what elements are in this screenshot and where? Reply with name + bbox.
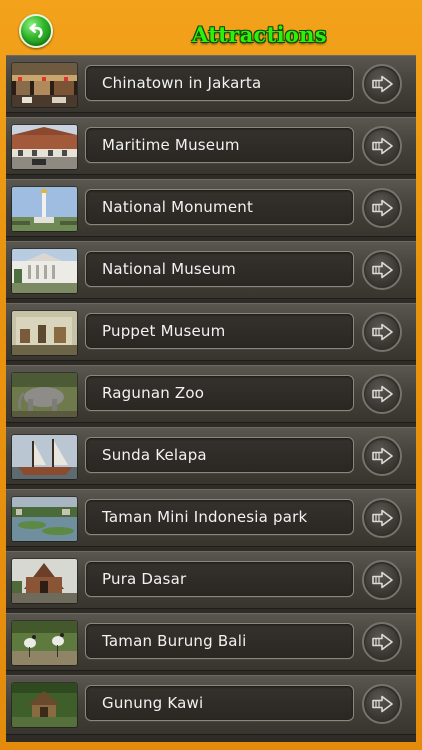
attraction-name: Pura Dasar	[102, 570, 187, 588]
attraction-name: Sunda Kelapa	[102, 446, 207, 464]
forward-arrow-icon	[372, 385, 393, 403]
attraction-thumbnail	[12, 559, 77, 603]
forward-arrow-icon	[372, 199, 393, 217]
attraction-label-box: Taman Mini Indonesia park	[85, 499, 354, 535]
list-item[interactable]: Gunung Kawi	[6, 675, 416, 735]
attraction-name: Ragunan Zoo	[102, 384, 205, 402]
open-attraction-button[interactable]	[362, 312, 402, 352]
forward-arrow-icon	[372, 695, 393, 713]
attraction-name: Taman Burung Bali	[102, 632, 247, 650]
list-item[interactable]: National Museum	[6, 241, 416, 299]
attraction-thumbnail	[12, 125, 77, 169]
attraction-name: National Museum	[102, 260, 236, 278]
attraction-name: National Monument	[102, 198, 254, 216]
attraction-thumbnail	[12, 311, 77, 355]
open-attraction-button[interactable]	[362, 188, 402, 228]
open-attraction-button[interactable]	[362, 622, 402, 662]
attractions-list: Chinatown in Jakarta Maritime Museum Nat…	[6, 55, 416, 742]
attraction-label-box: Pura Dasar	[85, 561, 354, 597]
attraction-label-box: Sunda Kelapa	[85, 437, 354, 473]
attraction-label-box: Chinatown in Jakarta	[85, 65, 354, 101]
attraction-thumbnail	[12, 249, 77, 293]
header-bar: Attractions	[0, 0, 422, 56]
attraction-thumbnail	[12, 621, 77, 665]
attraction-label-box: Maritime Museum	[85, 127, 354, 163]
list-item[interactable]: Maritime Museum	[6, 117, 416, 175]
list-item[interactable]: National Monument	[6, 179, 416, 237]
attraction-name: Taman Mini Indonesia park	[102, 508, 308, 526]
forward-arrow-icon	[372, 633, 393, 651]
forward-arrow-icon	[372, 447, 393, 465]
attraction-label-box: Ragunan Zoo	[85, 375, 354, 411]
list-item[interactable]: Ragunan Zoo	[6, 365, 416, 423]
forward-arrow-icon	[372, 261, 393, 279]
attraction-thumbnail	[12, 683, 77, 727]
back-arrow-icon	[29, 23, 43, 38]
attraction-thumbnail	[12, 435, 77, 479]
attraction-label-box: Gunung Kawi	[85, 685, 354, 721]
open-attraction-button[interactable]	[362, 560, 402, 600]
open-attraction-button[interactable]	[362, 374, 402, 414]
forward-arrow-icon	[372, 509, 393, 527]
attraction-label-box: National Museum	[85, 251, 354, 287]
open-attraction-button[interactable]	[362, 250, 402, 290]
attraction-thumbnail	[12, 187, 77, 231]
attraction-thumbnail	[12, 63, 77, 107]
attraction-label-box: Taman Burung Bali	[85, 623, 354, 659]
open-attraction-button[interactable]	[362, 436, 402, 476]
list-item[interactable]: Taman Burung Bali	[6, 613, 416, 671]
attraction-name: Gunung Kawi	[102, 694, 204, 712]
attraction-label-box: Puppet Museum	[85, 313, 354, 349]
list-item[interactable]: Puppet Museum	[6, 303, 416, 361]
open-attraction-button[interactable]	[362, 684, 402, 724]
attraction-thumbnail	[12, 373, 77, 417]
attraction-name: Puppet Museum	[102, 322, 226, 340]
forward-arrow-icon	[372, 571, 393, 589]
forward-arrow-icon	[372, 323, 393, 341]
forward-arrow-icon	[372, 75, 393, 93]
list-item[interactable]: Chinatown in Jakarta	[6, 55, 416, 113]
open-attraction-button[interactable]	[362, 498, 402, 538]
list-item[interactable]: Taman Mini Indonesia park	[6, 489, 416, 547]
forward-arrow-icon	[372, 137, 393, 155]
attraction-name: Chinatown in Jakarta	[102, 74, 262, 92]
list-item[interactable]: Pura Dasar	[6, 551, 416, 609]
attraction-label-box: National Monument	[85, 189, 354, 225]
list-item[interactable]: Sunda Kelapa	[6, 427, 416, 485]
attraction-name: Maritime Museum	[102, 136, 240, 154]
back-button[interactable]	[19, 14, 53, 48]
page-title: Attractions	[192, 22, 327, 47]
open-attraction-button[interactable]	[362, 64, 402, 104]
attraction-thumbnail	[12, 497, 77, 541]
open-attraction-button[interactable]	[362, 126, 402, 166]
